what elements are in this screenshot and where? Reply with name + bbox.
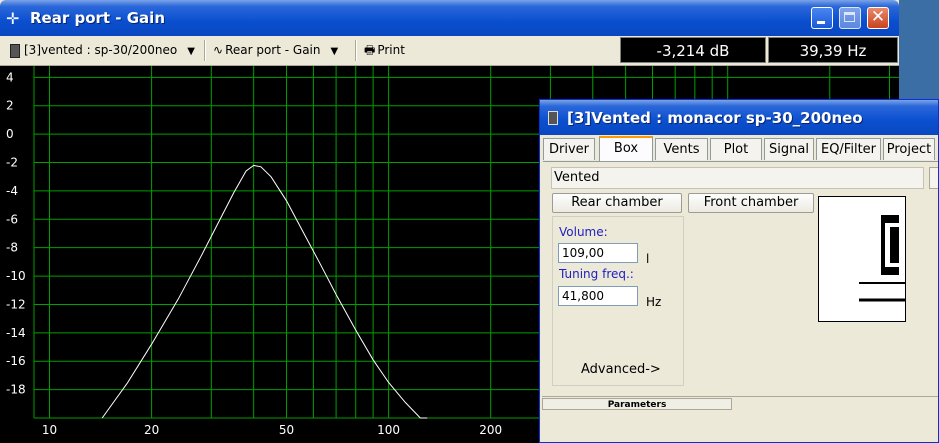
y-tick-label: -8 — [6, 241, 18, 255]
y-tick-label: -12 — [6, 297, 26, 311]
crosshair-icon: ✛ — [6, 9, 20, 28]
project-select-label: [3]vented : sp-30/200neo — [24, 43, 178, 57]
x-tick-label: 20 — [144, 423, 159, 437]
y-tick-label: 4 — [6, 70, 14, 84]
tab-box[interactable]: Box — [599, 136, 653, 161]
dialog-title: [3]Vented : monacor sp-30_200neo — [567, 109, 863, 127]
tab-driver[interactable]: Driver — [543, 138, 595, 160]
project-dialog: [3]Vented : monacor sp-30_200neo Driver … — [539, 99, 939, 443]
main-title-bar[interactable]: ✛ Rear port - Gain ✕ — [0, 0, 899, 36]
tuning-freq-unit: Hz — [646, 295, 662, 309]
front-chamber-button[interactable]: Front chamber — [688, 193, 814, 213]
x-tick-label: 50 — [279, 423, 294, 437]
tab-vents[interactable]: Vents — [655, 138, 708, 160]
y-tick-label: -4 — [6, 184, 18, 198]
y-tick-label: -18 — [6, 383, 26, 397]
advanced-button[interactable]: Advanced-> — [581, 362, 661, 377]
toolbar-separator — [204, 40, 206, 61]
chevron-down-icon: ▼ — [187, 46, 195, 57]
close-button[interactable]: ✕ — [867, 7, 889, 29]
maximize-button[interactable] — [839, 7, 861, 29]
toolbar-separator — [355, 40, 357, 61]
dialog-title-bar[interactable]: [3]Vented : monacor sp-30_200neo — [540, 100, 938, 135]
printer-icon: 🖶 — [364, 43, 376, 57]
y-tick-label: -2 — [6, 156, 18, 170]
window-title: Rear port - Gain — [30, 9, 165, 27]
graph-select-label: Rear port - Gain — [225, 43, 321, 57]
y-tick-label: 0 — [6, 127, 14, 141]
tab-plot[interactable]: Plot — [710, 138, 762, 160]
tab-signal[interactable]: Signal — [764, 138, 814, 160]
graph-select[interactable]: ∿ Rear port - Gain ▼ — [213, 40, 338, 61]
parameters-group: Volume: 109,00 l Tuning freq.: 41,800 Hz — [552, 216, 684, 386]
gain-series-line — [101, 164, 428, 419]
y-tick-label: 2 — [6, 99, 14, 113]
volume-label: Volume: — [559, 225, 608, 239]
db-readout: -3,214 dB — [620, 37, 766, 63]
tab-eq-filter[interactable]: EQ/Filter — [816, 138, 881, 160]
tuning-freq-label: Tuning freq.: — [559, 267, 634, 281]
y-tick-label: -6 — [6, 212, 18, 226]
rear-chamber-button[interactable]: Rear chamber — [552, 193, 682, 213]
box-preview — [818, 196, 906, 322]
y-tick-label: -10 — [6, 269, 26, 283]
x-tick-label: 10 — [42, 423, 57, 437]
volume-unit: l — [646, 252, 650, 266]
dialog-status-bar: Parameters — [542, 396, 938, 411]
speaker-box-diagram — [859, 215, 905, 302]
speaker-icon — [10, 43, 20, 58]
y-tick-label: -16 — [6, 354, 26, 368]
speaker-icon — [548, 111, 558, 125]
minimize-button[interactable] — [811, 7, 833, 29]
volume-input[interactable]: 109,00 — [558, 243, 638, 263]
print-button[interactable]: 🖶 Print — [364, 40, 405, 61]
tab-project[interactable]: Project — [883, 138, 935, 160]
hz-readout: 39,39 Hz — [768, 37, 898, 63]
box-type-field[interactable]: Vented — [551, 167, 924, 189]
dialog-tabs: Driver Box Vents Plot Signal EQ/Filter P… — [543, 136, 938, 162]
chevron-down-icon: ▼ — [330, 46, 339, 57]
wave-icon: ∿ — [213, 43, 224, 57]
project-select[interactable]: [3]vented : sp-30/200neo ▼ — [10, 40, 195, 61]
tuning-freq-input[interactable]: 41,800 — [558, 286, 638, 306]
box-type-button[interactable] — [929, 167, 938, 189]
parameters-tab[interactable]: Parameters — [542, 398, 732, 410]
x-tick-label: 200 — [479, 423, 502, 437]
x-tick-label: 100 — [377, 423, 400, 437]
driver-magnet — [890, 227, 899, 263]
y-tick-label: -14 — [6, 326, 26, 340]
print-label: Print — [377, 43, 405, 57]
